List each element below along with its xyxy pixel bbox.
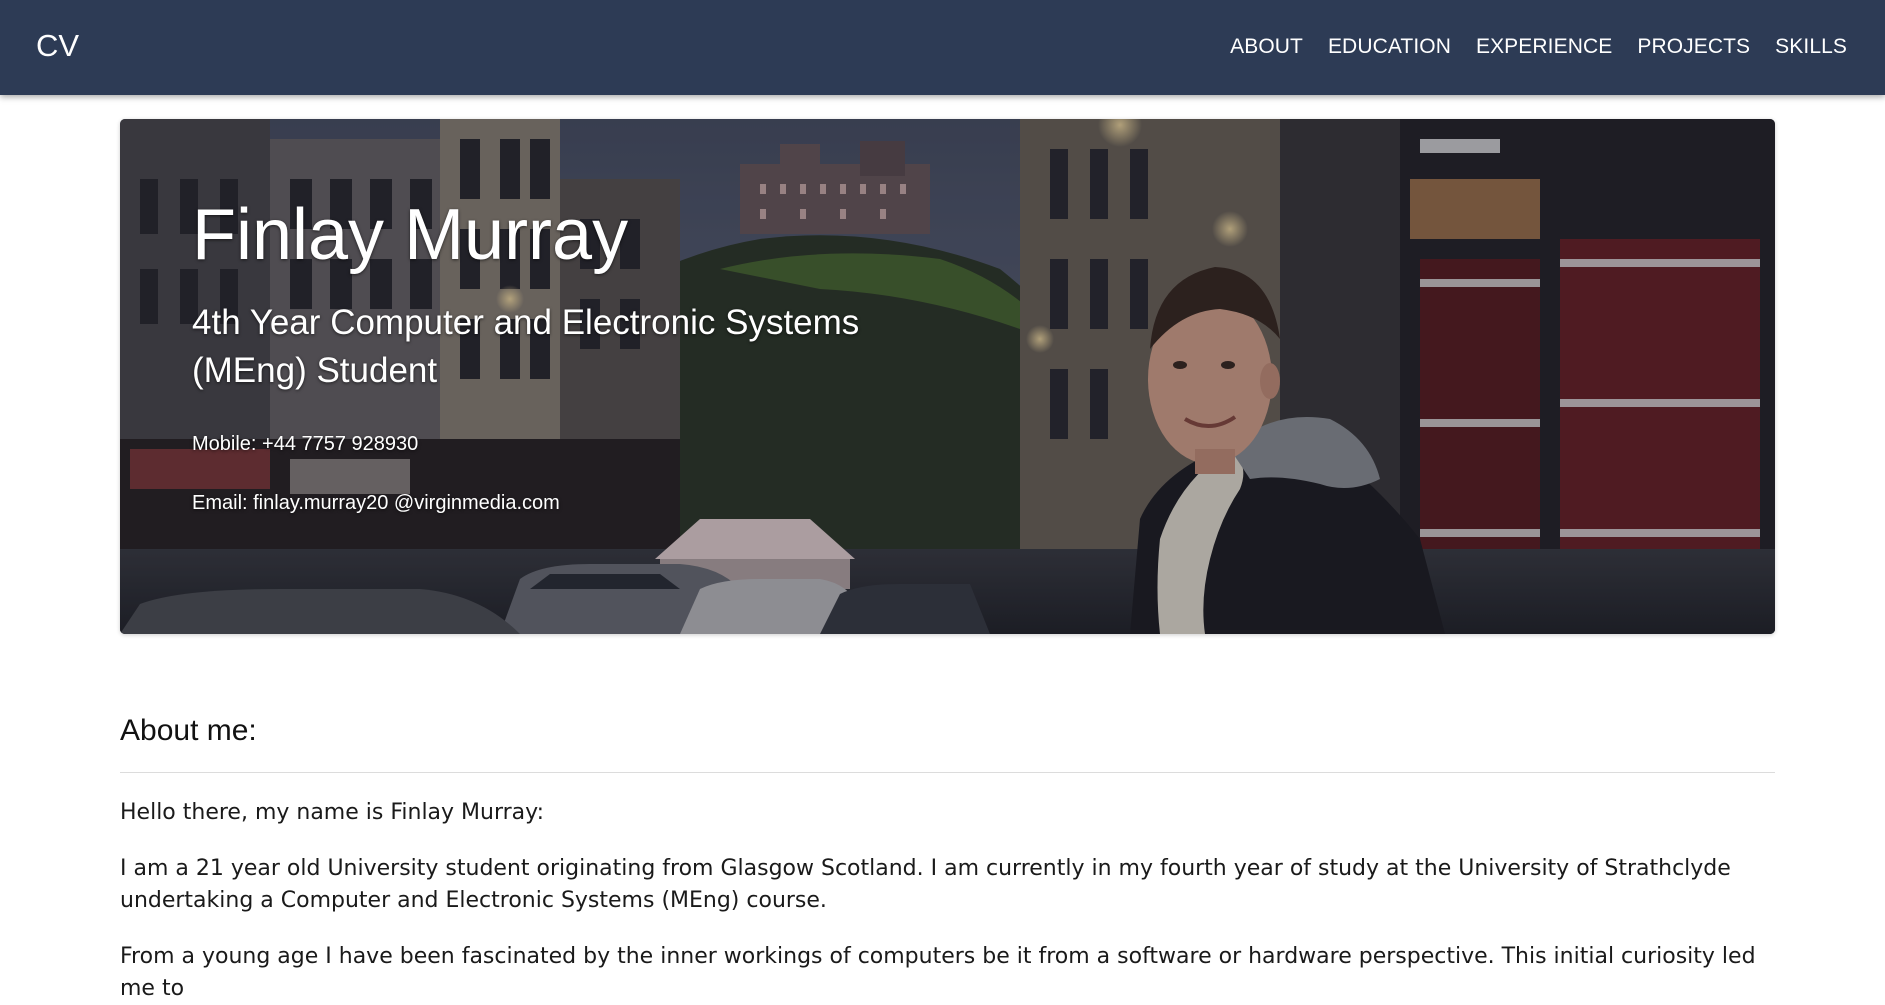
nav-link-skills[interactable]: SKILLS [1775,34,1847,60]
about-paragraph: I am a 21 year old University student or… [120,856,1731,913]
hero-subtitle: 4th Year Computer and Electronic Systems… [192,303,860,390]
hero-email: Email: finlay.murray20 @virginmedia.com [192,492,560,514]
nav-link-about[interactable]: ABOUT [1230,34,1303,60]
nav-links: ABOUT EDUCATION EXPERIENCE PROJECTS SKIL… [1230,34,1847,60]
nav-link-education[interactable]: EDUCATION [1328,34,1451,60]
hero-name: Finlay Murray [192,195,629,275]
about-heading: About me: [120,714,257,747]
hero-mobile: Mobile: +44 7757 928930 [192,433,419,455]
brand-link[interactable]: CV [36,27,79,65]
about-paragraph: From a young age I have been fascinated … [120,944,1756,1001]
about-paragraph: Hello there, my name is Finlay Murray: [120,800,544,825]
nav-link-experience[interactable]: EXPERIENCE [1476,34,1612,60]
top-navbar: CV ABOUT EDUCATION EXPERIENCE PROJECTS S… [0,0,1885,95]
hero-text-block: Finlay Murray 4th Year Computer and Elec… [192,193,952,516]
about-section: About me: Hello there, my name is Finlay… [120,700,1775,1005]
hero-banner: Finlay Murray 4th Year Computer and Elec… [120,119,1775,634]
nav-link-projects[interactable]: PROJECTS [1637,34,1750,60]
about-divider [120,772,1775,773]
